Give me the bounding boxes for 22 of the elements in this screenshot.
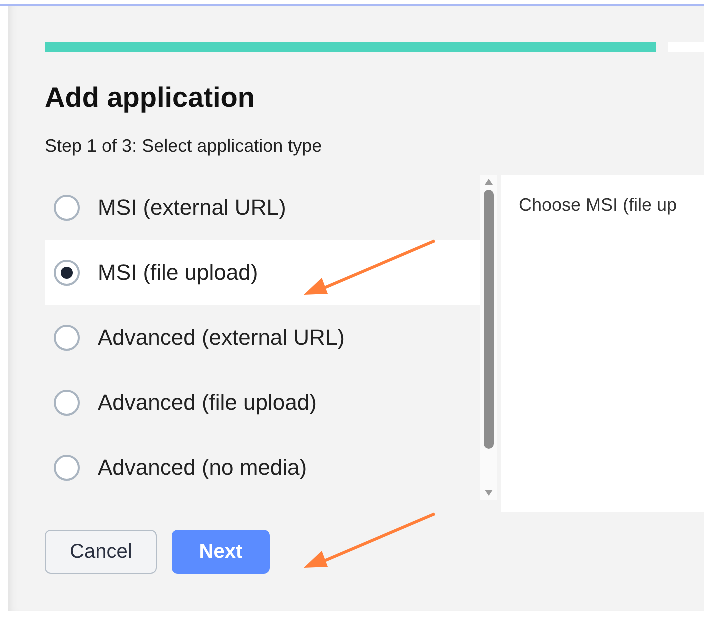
scroll-down-icon[interactable] <box>484 489 494 497</box>
step-label: Step 1 of 3: Select application type <box>45 136 324 157</box>
dialog-title: Add application <box>45 82 256 114</box>
option-row[interactable]: Advanced (external URL) <box>45 305 480 370</box>
option-label: MSI (file upload) <box>98 260 258 286</box>
scroll-up-icon[interactable] <box>484 178 494 186</box>
radio-button[interactable] <box>54 324 80 350</box>
option-label: Advanced (file upload) <box>98 390 317 416</box>
radio-button[interactable] <box>54 454 80 480</box>
cancel-button[interactable]: Cancel <box>45 530 158 574</box>
option-row[interactable]: MSI (external URL) <box>45 175 480 240</box>
option-row[interactable]: Advanced (file upload) <box>45 370 480 435</box>
radio-button[interactable] <box>54 260 80 286</box>
option-label: Advanced (external URL) <box>98 324 346 350</box>
radio-button[interactable] <box>54 390 80 416</box>
option-label: MSI (external URL) <box>98 194 286 220</box>
option-label: Advanced (no media) <box>98 454 308 480</box>
description-text: Choose MSI (file up <box>519 195 678 215</box>
option-row[interactable]: Advanced (no media) <box>45 435 480 500</box>
scrollbar[interactable] <box>480 175 497 500</box>
radio-button[interactable] <box>54 194 80 220</box>
option-row[interactable]: MSI (file upload) <box>45 240 480 305</box>
